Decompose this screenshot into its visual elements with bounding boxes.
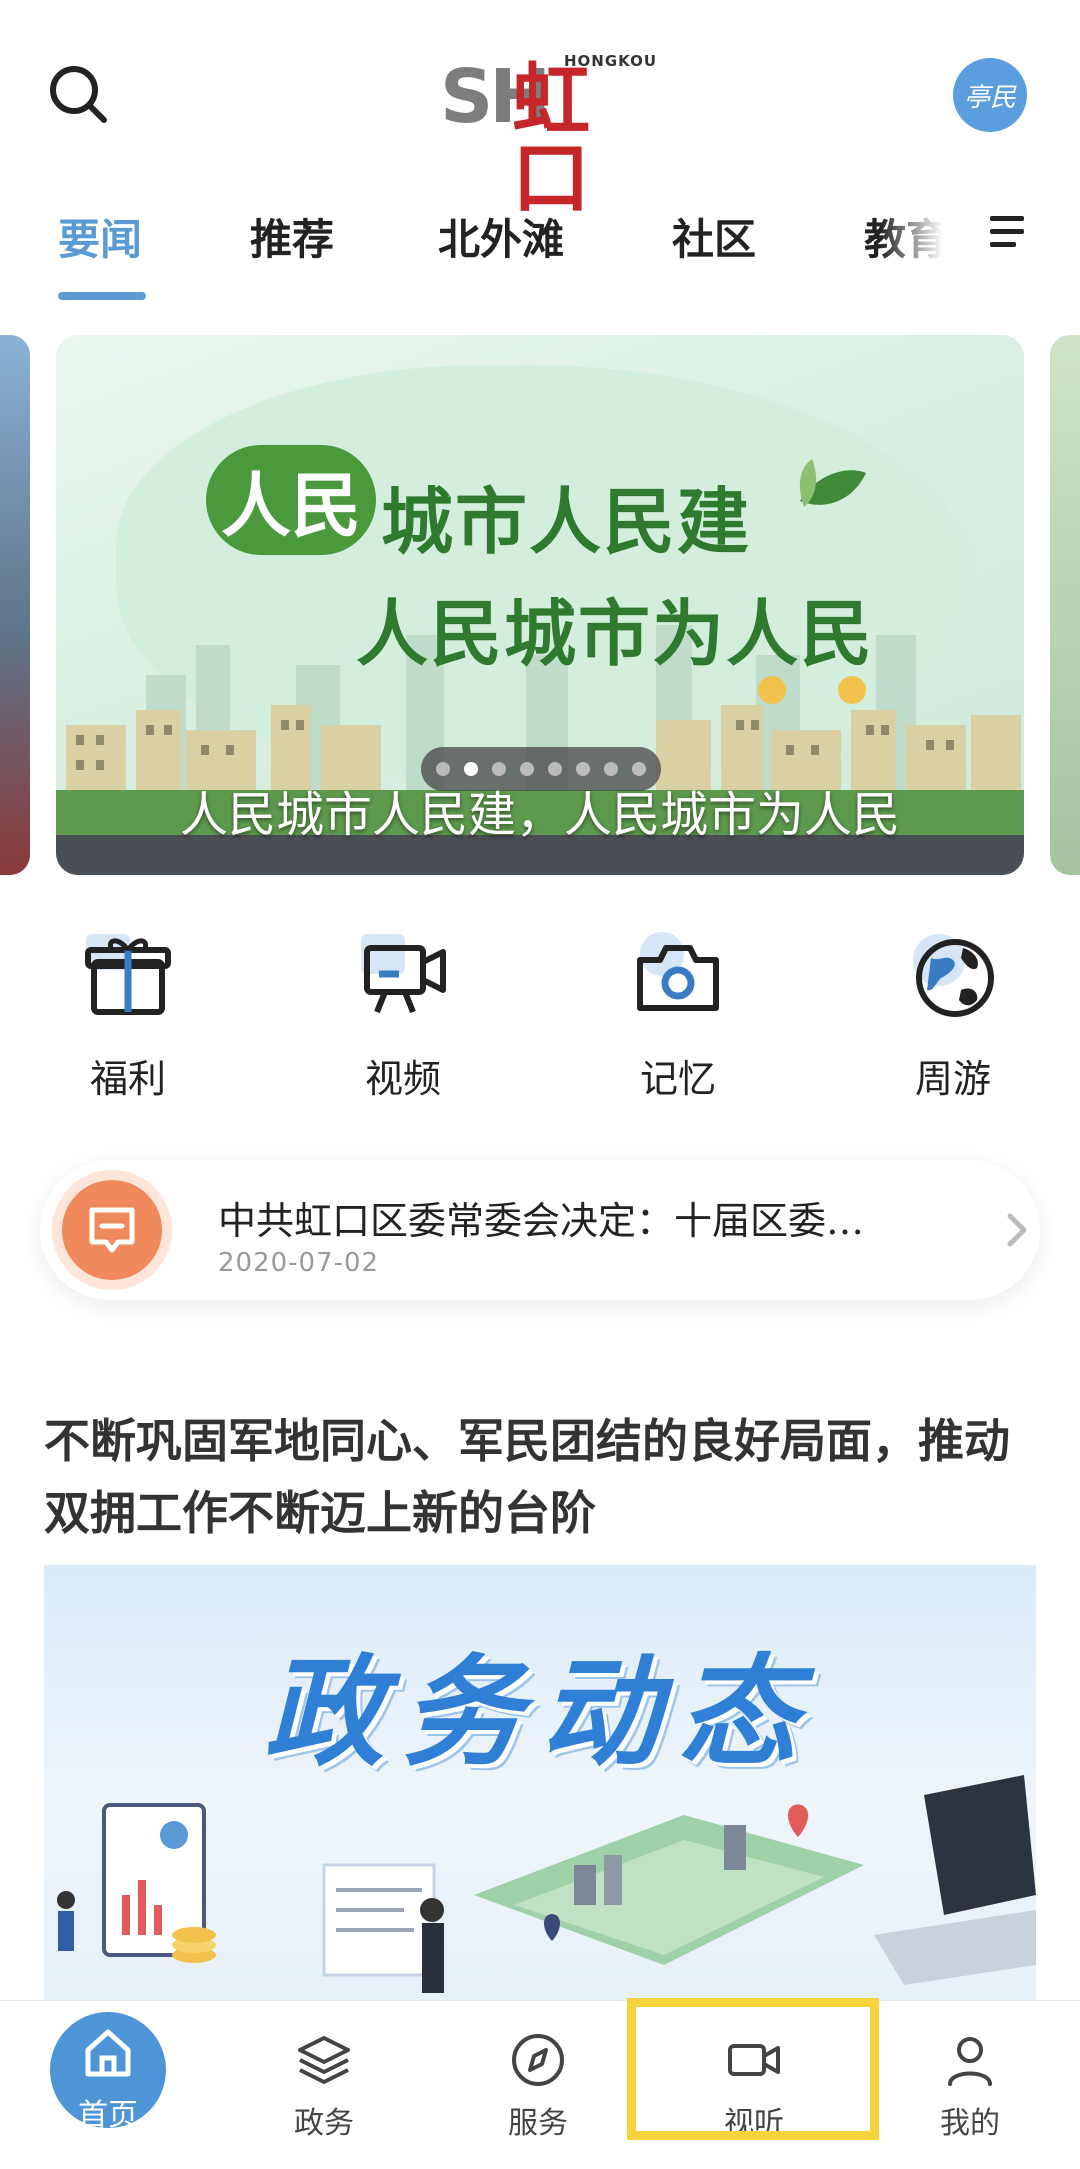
active-tab-indicator bbox=[58, 292, 146, 300]
quick-link-label: 周游 bbox=[914, 1057, 991, 1101]
compass-icon bbox=[512, 2034, 564, 2086]
banner-badge: 人民 bbox=[206, 445, 376, 555]
next-slide-peek[interactable] bbox=[1050, 335, 1080, 875]
nav-wode[interactable]: 我的 bbox=[900, 2000, 1040, 2169]
banner-caption: 人民城市人民建，人民城市为人民 bbox=[179, 787, 900, 843]
notice-title: 中共虹口区委常委会决定：十届区委… bbox=[218, 1199, 865, 1243]
quick-link-label: 福利 bbox=[89, 1057, 166, 1101]
menu-icon bbox=[990, 216, 1024, 247]
user-icon bbox=[948, 2037, 992, 2086]
quick-link-shipin[interactable]: 视频 bbox=[333, 920, 473, 1120]
carousel-dot bbox=[520, 762, 534, 776]
previous-slide-peek[interactable] bbox=[0, 335, 30, 875]
app-logo: SH 虹口 HONGKOU bbox=[440, 50, 656, 218]
nav-home[interactable]: 首页 bbox=[38, 2000, 178, 2169]
carousel-dot bbox=[576, 762, 590, 776]
header: SH 虹口 HONGKOU 亭民 bbox=[0, 0, 1080, 218]
tab-fade bbox=[880, 190, 970, 290]
nav-label: 首页 bbox=[78, 2098, 138, 2133]
article-title[interactable]: 不断巩固军地同心、军民团结的良好局面，推动双拥工作不断迈上新的台阶 bbox=[44, 1405, 1044, 1549]
banner-carousel[interactable]: 人民 城市人民建 人民城市为人民 人民城市人民建，人民城市为人民 bbox=[56, 335, 1024, 875]
camera-icon bbox=[637, 932, 719, 1011]
carousel-dot bbox=[548, 762, 562, 776]
chevron-right-icon bbox=[1007, 1213, 1027, 1247]
news-notice-bar[interactable]: 中共虹口区委常委会决定：十届区委… 2020-07-02 bbox=[40, 1160, 1040, 1300]
category-tabs: 要闻 推荐 北外滩 社区 教育 bbox=[0, 190, 1080, 310]
carousel-dot bbox=[604, 762, 618, 776]
home-icon bbox=[85, 2029, 131, 2077]
notice-date: 2020-07-02 bbox=[218, 1248, 380, 1278]
government-news-illustration bbox=[57, 1775, 1036, 1993]
quick-link-jiyi[interactable]: 记忆 bbox=[608, 920, 748, 1120]
tab-beiwaitan[interactable]: 北外滩 bbox=[438, 206, 564, 267]
app-screen: SH 虹口 HONGKOU 亭民 要闻 推荐 北外滩 社区 教育 bbox=[0, 0, 1080, 2169]
notice-badge bbox=[62, 1180, 162, 1280]
carousel-dot-active bbox=[464, 762, 478, 776]
search-button[interactable] bbox=[44, 60, 114, 130]
nav-label: 我的 bbox=[940, 2106, 1000, 2141]
message-icon bbox=[89, 1207, 135, 1253]
carousel-dot bbox=[436, 762, 450, 776]
nav-label: 政务 bbox=[294, 2106, 354, 2141]
banner-headline-2: 人民城市为人民 bbox=[356, 591, 875, 676]
carousel-dot bbox=[632, 762, 646, 776]
gift-icon bbox=[85, 934, 171, 1015]
tab-menu-button[interactable] bbox=[988, 212, 1028, 252]
article-cover-image[interactable]: 政务动态 bbox=[44, 1565, 1036, 2005]
nav-label: 服务 bbox=[508, 2106, 568, 2141]
globe-icon bbox=[913, 934, 994, 1017]
tab-yaowen[interactable]: 要闻 bbox=[58, 206, 142, 267]
highlight-box bbox=[627, 1998, 879, 2140]
tab-shequ[interactable]: 社区 bbox=[672, 206, 756, 267]
quick-link-label: 视频 bbox=[364, 1057, 441, 1101]
avatar-text: 亭民 bbox=[963, 82, 1016, 113]
video-camera-icon bbox=[361, 934, 446, 1014]
quick-link-zhouyou[interactable]: 周游 bbox=[883, 920, 1023, 1120]
quick-links: 福利 视频 记忆 周游 bbox=[0, 920, 1080, 1120]
carousel-dot bbox=[492, 762, 506, 776]
search-icon bbox=[50, 66, 107, 123]
avatar[interactable]: 亭民 bbox=[953, 58, 1027, 132]
logo-english: HONGKOU bbox=[564, 52, 658, 70]
quick-link-fuli[interactable]: 福利 bbox=[58, 920, 198, 1120]
nav-zhengwu[interactable]: 政务 bbox=[254, 2000, 394, 2169]
tab-tuijian[interactable]: 推荐 bbox=[250, 206, 334, 267]
quick-link-label: 记忆 bbox=[639, 1057, 716, 1101]
layers-icon bbox=[298, 2036, 350, 2084]
nav-fuwu[interactable]: 服务 bbox=[468, 2000, 608, 2169]
banner-headline-1: 城市人民建 bbox=[381, 479, 752, 564]
